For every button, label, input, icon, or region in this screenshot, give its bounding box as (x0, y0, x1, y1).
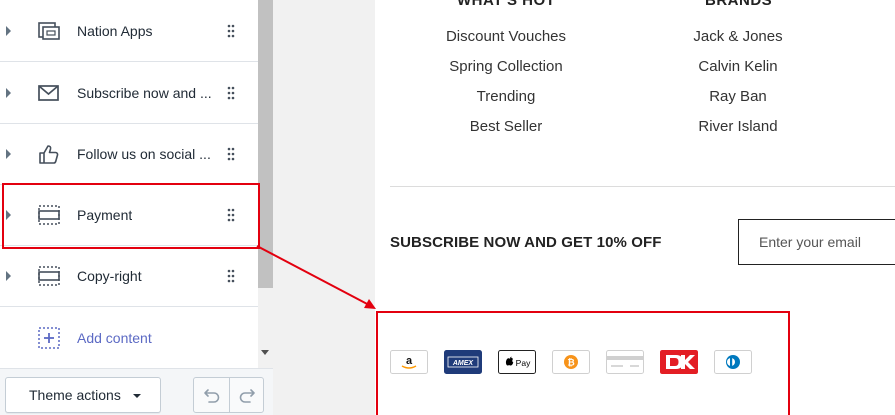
subscribe-heading: SUBSCRIBE NOW AND GET 10% OFF (390, 234, 662, 251)
section-nation-apps[interactable]: Nation Apps (0, 1, 258, 62)
section-subscribe[interactable]: Subscribe now and ... (0, 63, 258, 124)
section-label: Subscribe now and ... (77, 85, 212, 101)
theme-actions-button[interactable]: Theme actions (5, 377, 161, 413)
footer-link[interactable]: Calvin Kelin (638, 58, 838, 75)
add-block-icon (38, 326, 60, 349)
section-label: Follow us on social ... (77, 146, 211, 162)
add-content-label: Add content (77, 329, 152, 346)
footer-divider (390, 186, 895, 187)
envelope-icon (38, 85, 59, 101)
footer-link[interactable]: River Island (638, 118, 838, 135)
section-label: Nation Apps (77, 23, 153, 39)
highlight-box-payment-section (2, 183, 260, 249)
section-dashed-icon (38, 266, 60, 286)
drag-handle-icon[interactable] (226, 24, 236, 38)
column-heading-brands: BRANDS (705, 0, 773, 9)
thumbs-up-icon (39, 145, 59, 164)
footer-link[interactable]: Jack & Jones (638, 28, 838, 45)
footer-link[interactable]: Trending (406, 88, 606, 105)
undo-icon[interactable] (203, 386, 221, 404)
column-heading-whats-hot: WHAT'S HOT (457, 0, 556, 9)
chevron-down-icon (133, 394, 141, 398)
drag-handle-icon[interactable] (226, 147, 236, 161)
section-label: Copy-right (77, 268, 142, 284)
expand-caret-icon[interactable] (6, 26, 11, 36)
footer-link[interactable]: Spring Collection (406, 58, 606, 75)
footer-link[interactable]: Best Seller (406, 118, 606, 135)
highlight-box-payment-preview (376, 311, 790, 415)
scroll-down-arrow-icon[interactable] (261, 350, 269, 355)
expand-caret-icon[interactable] (6, 88, 11, 98)
email-field-box (738, 219, 895, 265)
drag-handle-icon[interactable] (226, 269, 236, 283)
drag-handle-icon[interactable] (226, 86, 236, 100)
scrollbar-thumb[interactable] (258, 0, 273, 288)
expand-caret-icon[interactable] (6, 271, 11, 281)
section-follow-social[interactable]: Follow us on social ... (0, 124, 258, 185)
email-field[interactable] (739, 220, 895, 264)
expand-caret-icon[interactable] (6, 149, 11, 159)
footer-link[interactable]: Ray Ban (638, 88, 838, 105)
sidebar-footer: Theme actions (0, 368, 273, 415)
app-window-icon (38, 22, 60, 40)
sidebar-scrollbar[interactable] (258, 0, 273, 368)
section-copy-right[interactable]: Copy-right (0, 246, 258, 307)
theme-actions-label: Theme actions (29, 387, 121, 403)
footer-link[interactable]: Discount Vouches (406, 28, 606, 45)
redo-icon[interactable] (238, 386, 256, 404)
add-content-button[interactable]: Add content (0, 307, 258, 368)
undo-redo-group (193, 377, 264, 413)
